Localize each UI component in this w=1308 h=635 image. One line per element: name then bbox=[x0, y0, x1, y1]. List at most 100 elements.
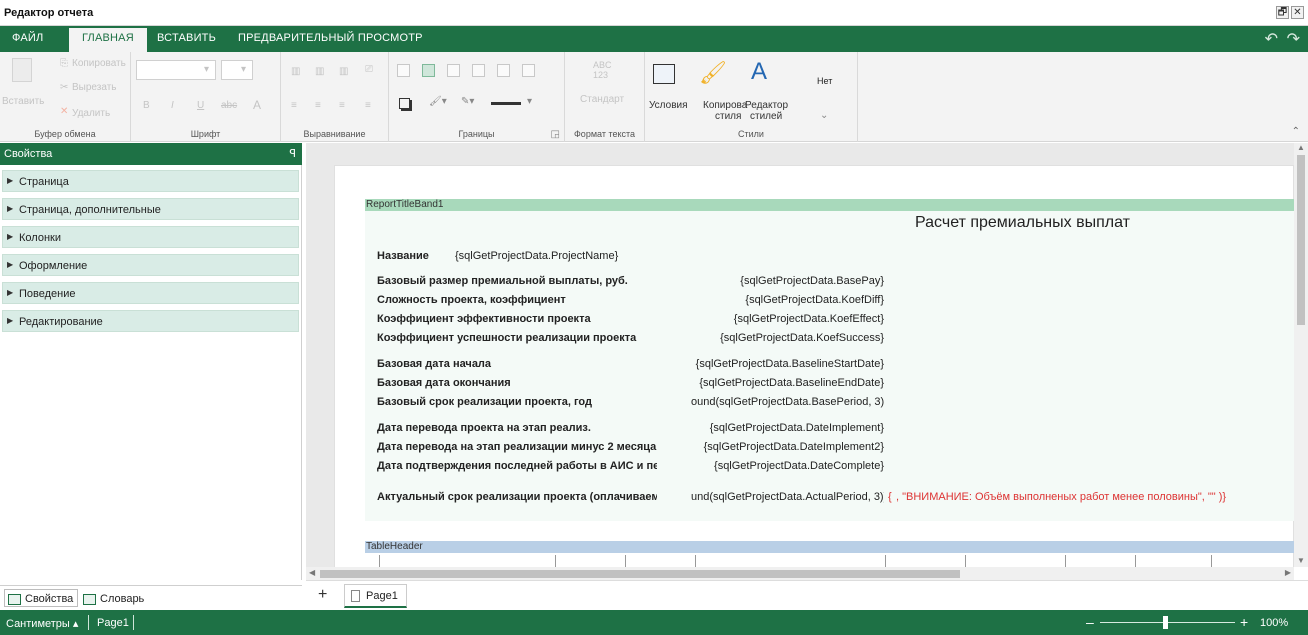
italic-button[interactable]: I bbox=[171, 100, 174, 111]
category-columns[interactable]: ▶ Колонки bbox=[2, 226, 299, 248]
row-value[interactable]: {sqlGetProjectData.DateComplete} bbox=[691, 460, 884, 472]
underline-button[interactable]: U bbox=[197, 100, 204, 111]
page-tab[interactable]: Page1 bbox=[344, 584, 407, 608]
units-selector[interactable]: Сантиметры ▴ bbox=[6, 617, 78, 630]
pin-icon[interactable]: ꟼ bbox=[289, 147, 296, 160]
shadow-icon[interactable] bbox=[399, 98, 410, 109]
zoom-out-button[interactable]: – bbox=[1086, 614, 1094, 630]
copy-style-button-line1[interactable]: Копирова bbox=[703, 100, 747, 111]
tab-file[interactable]: ФАЙЛ bbox=[12, 32, 43, 44]
text-format-button[interactable]: Стандарт bbox=[580, 94, 624, 105]
row-label[interactable]: Базовый срок реализации проекта, год bbox=[377, 396, 657, 408]
name-value[interactable]: {sqlGetProjectData.ProjectName} bbox=[455, 250, 625, 262]
tab-preview[interactable]: ПРЕДВАРИТЕЛЬНЫЙ ПРОСМОТР bbox=[238, 32, 423, 44]
row-label[interactable]: Базовая дата начала bbox=[377, 358, 657, 370]
collapse-ribbon-icon[interactable]: ⌃ bbox=[1292, 126, 1300, 137]
horizontal-scrollbar[interactable]: ◀ ▶ bbox=[306, 567, 1294, 580]
chevron-right-icon: ▶ bbox=[7, 176, 14, 185]
report-title-band-header[interactable]: ReportTitleBand1 bbox=[365, 199, 1294, 211]
row-label[interactable]: Дата перевода проекта на этап реализ. bbox=[377, 422, 657, 434]
row-value[interactable]: ound(sqlGetProjectData.BasePeriod, 3)} bbox=[691, 396, 884, 408]
category-page-additional[interactable]: ▶ Страница, дополнительные bbox=[2, 198, 299, 220]
align-top-icon[interactable]: ▥ bbox=[291, 66, 300, 77]
close-icon[interactable]: ✕ bbox=[1291, 6, 1304, 19]
tab-insert[interactable]: ВСТАВИТЬ bbox=[157, 32, 216, 44]
row-label[interactable]: Актуальный срок реализации проекта (опла… bbox=[377, 491, 657, 503]
cut-button[interactable]: Вырезать bbox=[72, 82, 116, 93]
undo-icon[interactable]: ↶ bbox=[1265, 29, 1278, 49]
copy-style-button-line2[interactable]: стиля bbox=[715, 111, 741, 122]
row-value[interactable]: {sqlGetProjectData.BasePay} bbox=[691, 275, 884, 287]
vertical-scrollbar[interactable]: ▲ ▼ bbox=[1294, 143, 1308, 567]
align-middle-icon[interactable]: ▥ bbox=[315, 66, 324, 77]
align-justify-icon[interactable]: ≡ bbox=[365, 100, 371, 111]
style-editor-button-line1[interactable]: Редактор bbox=[745, 100, 788, 111]
vertical-scroll-thumb[interactable] bbox=[1297, 155, 1305, 325]
copy-button[interactable]: Копировать bbox=[72, 58, 126, 69]
border-horizontal-icon[interactable] bbox=[447, 64, 460, 77]
row-value[interactable]: {sqlGetProjectData.KoefDiff} bbox=[691, 294, 884, 306]
table-header-band-header[interactable]: TableHeader bbox=[365, 541, 1294, 553]
redo-icon[interactable]: ↷ bbox=[1287, 29, 1300, 49]
style-none-item[interactable]: Нет bbox=[817, 76, 832, 86]
font-size-select[interactable] bbox=[221, 60, 253, 80]
row-label[interactable]: Базовый размер премиальной выплаты, руб. bbox=[377, 275, 657, 287]
tab-dictionary[interactable]: Словарь bbox=[80, 589, 148, 607]
wrap-text-icon[interactable]: ⎚ bbox=[365, 64, 373, 75]
report-title[interactable]: Расчет премиальных выплат bbox=[915, 214, 1130, 232]
category-appearance[interactable]: ▶ Оформление bbox=[2, 254, 299, 276]
scroll-right-icon[interactable]: ▶ bbox=[1285, 568, 1291, 577]
row-value[interactable]: {sqlGetProjectData.BaselineEndDate} bbox=[691, 377, 884, 389]
category-editing[interactable]: ▶ Редактирование bbox=[2, 310, 299, 332]
align-left-icon[interactable]: ≡ bbox=[291, 100, 297, 111]
row-label[interactable]: Базовая дата окончания bbox=[377, 377, 657, 389]
row-value[interactable]: {sqlGetProjectData.BaselineStartDate} bbox=[691, 358, 884, 370]
warning-expression-prefix[interactable]: { bbox=[888, 491, 892, 503]
border-style-icon[interactable] bbox=[491, 102, 521, 105]
fill-color-icon[interactable]: 🖌▾ bbox=[429, 96, 447, 107]
align-bottom-icon[interactable]: ▥ bbox=[339, 66, 348, 77]
row-value[interactable]: und(sqlGetProjectData.ActualPeriod, 3)} bbox=[691, 491, 884, 503]
row-label[interactable]: Дата перевода на этап реализации минус 2… bbox=[377, 441, 657, 453]
delete-button[interactable]: Удалить bbox=[72, 108, 110, 119]
category-behavior[interactable]: ▶ Поведение bbox=[2, 282, 299, 304]
paste-button[interactable]: Вставить bbox=[2, 96, 44, 107]
zoom-slider-thumb[interactable] bbox=[1163, 616, 1168, 629]
tab-home[interactable]: ГЛАВНАЯ bbox=[69, 28, 147, 52]
category-page[interactable]: ▶ Страница bbox=[2, 170, 299, 192]
row-label[interactable]: Сложность проекта, коэффициент bbox=[377, 294, 657, 306]
add-page-button[interactable]: + bbox=[318, 586, 327, 604]
border-outer-icon[interactable] bbox=[497, 64, 510, 77]
font-color-icon[interactable]: A bbox=[253, 98, 261, 112]
warning-expression[interactable]: , "ВНИМАНИЕ: Объём выполненых работ мене… bbox=[896, 491, 1226, 503]
row-value[interactable]: {sqlGetProjectData.DateImplement2} bbox=[691, 441, 884, 453]
border-all-icon[interactable] bbox=[397, 64, 410, 77]
conditions-button[interactable]: Условия bbox=[649, 100, 688, 111]
style-editor-button-line2[interactable]: стилей bbox=[750, 111, 782, 122]
row-value[interactable]: {sqlGetProjectData.DateImplement} bbox=[691, 422, 884, 434]
strikethrough-button[interactable]: abc bbox=[221, 100, 237, 111]
align-right-icon[interactable]: ≡ bbox=[339, 100, 345, 111]
bold-button[interactable]: B bbox=[143, 100, 150, 111]
border-color-icon[interactable]: ✎▾ bbox=[461, 96, 474, 107]
border-vertical-icon[interactable] bbox=[472, 64, 485, 77]
align-center-icon[interactable]: ≡ bbox=[315, 100, 321, 111]
report-page[interactable]: ReportTitleBand1 Расчет премиальных выпл… bbox=[334, 165, 1294, 567]
row-value[interactable]: {sqlGetProjectData.KoefSuccess} bbox=[691, 332, 884, 344]
row-label[interactable]: Коэффициент успешности реализации проект… bbox=[377, 332, 657, 344]
dialog-launcher-icon[interactable]: ◲ bbox=[551, 129, 560, 140]
zoom-in-button[interactable]: + bbox=[1240, 614, 1248, 630]
scroll-up-icon[interactable]: ▲ bbox=[1297, 143, 1305, 152]
row-value[interactable]: {sqlGetProjectData.KoefEffect} bbox=[691, 313, 884, 325]
report-canvas[interactable]: ReportTitleBand1 Расчет премиальных выпл… bbox=[306, 143, 1294, 567]
tab-properties[interactable]: Свойства bbox=[4, 589, 79, 607]
border-inner-icon[interactable] bbox=[422, 64, 435, 77]
row-label[interactable]: Коэффициент эффективности проекта bbox=[377, 313, 657, 325]
scroll-down-icon[interactable]: ▼ bbox=[1297, 556, 1305, 565]
name-label[interactable]: Название bbox=[377, 250, 447, 262]
row-label[interactable]: Дата подтверждения последней работы в АИ… bbox=[377, 460, 657, 472]
border-none-icon[interactable] bbox=[522, 64, 535, 77]
horizontal-scroll-thumb[interactable] bbox=[320, 570, 960, 578]
scroll-left-icon[interactable]: ◀ bbox=[309, 568, 315, 577]
restore-icon[interactable]: 🗗 bbox=[1276, 6, 1289, 19]
